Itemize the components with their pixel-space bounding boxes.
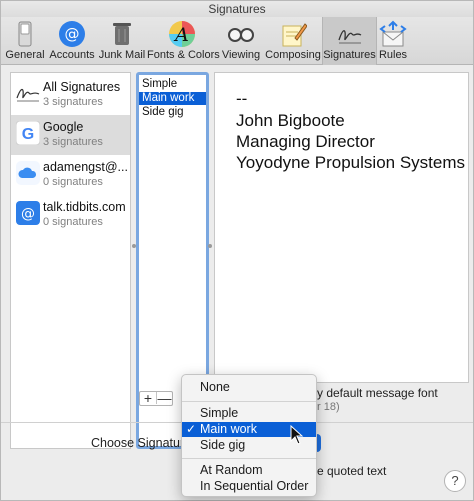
quoted-text-option-label: e quoted text: [317, 464, 387, 478]
tab-rules[interactable]: Rules: [378, 17, 408, 65]
preview-title: Managing Director: [236, 132, 375, 151]
preview-company: Yoyodyne Propulsion Systems: [236, 153, 466, 172]
tab-signatures-label: Signatures: [323, 49, 376, 61]
tab-viewing-label: Viewing: [221, 49, 261, 61]
account-count: 3 signatures: [43, 136, 103, 148]
tab-fonts-colors[interactable]: A Fonts & Colors: [147, 17, 220, 65]
signature-item[interactable]: Side gig: [139, 106, 206, 119]
tab-signatures[interactable]: Signatures: [322, 17, 377, 65]
menu-item-at-random[interactable]: At Random: [182, 463, 316, 478]
menu-separator: [182, 458, 316, 459]
account-count: 0 signatures: [43, 216, 103, 228]
account-count: 3 signatures: [43, 96, 103, 108]
signature-preview[interactable]: -- John Bigboote Managing Director Yoyod…: [214, 72, 469, 383]
accounts-list[interactable]: All Signatures 3 signatures G Google 3 s…: [10, 72, 131, 449]
font-option-label: y default message font: [317, 386, 438, 400]
glasses-icon: [228, 28, 254, 42]
at-sign-icon: @: [59, 21, 85, 47]
account-item-all-signatures[interactable]: All Signatures 3 signatures: [11, 75, 130, 115]
split-divider-handle[interactable]: [208, 244, 212, 248]
window-title: Signatures: [1, 1, 473, 17]
at-sign-icon: @: [16, 201, 40, 225]
tab-composing[interactable]: Composing: [265, 17, 321, 65]
font-option-sub: r 18): [317, 401, 340, 413]
signature-item-selected[interactable]: Main work: [139, 92, 206, 105]
account-name: All Signatures: [43, 80, 121, 94]
menu-item-sequential-order[interactable]: In Sequential Order: [182, 479, 316, 494]
tab-junk-mail-label: Junk Mail: [98, 49, 146, 61]
tab-rules-label: Rules: [378, 49, 408, 61]
svg-text:A: A: [173, 24, 189, 46]
tab-viewing[interactable]: Viewing: [218, 17, 264, 65]
account-name: adamengst@...: [43, 160, 128, 174]
menu-item-simple[interactable]: Simple: [182, 406, 316, 421]
tab-fonts-colors-label: Fonts & Colors: [147, 49, 220, 61]
tab-composing-label: Composing: [265, 49, 321, 61]
switch-icon: [18, 21, 32, 47]
account-name: Google: [43, 120, 84, 134]
account-item-tidbits[interactable]: @ talk.tidbits.com 0 signatures: [11, 195, 130, 235]
google-icon: G: [16, 121, 40, 145]
signature-item[interactable]: Simple: [139, 78, 206, 91]
signature-icon: [337, 30, 361, 44]
tab-general-label: General: [5, 49, 45, 61]
menu-separator: [182, 401, 316, 402]
choose-signature-label: Choose Signature: [91, 436, 192, 450]
trash-icon: [113, 23, 131, 45]
mouse-cursor-icon: [290, 425, 304, 445]
envelope-arrows-icon: [379, 20, 407, 47]
account-item-icloud[interactable]: adamengst@... 0 signatures: [11, 155, 130, 195]
pencil-note-icon: [282, 23, 307, 47]
preferences-window: Signatures General @ Accounts Junk Mail …: [0, 0, 474, 501]
checkmark-icon: ✓: [186, 422, 197, 436]
signature-icon: [16, 88, 40, 102]
font-palette-icon: A: [169, 21, 195, 47]
account-name: talk.tidbits.com: [43, 200, 126, 214]
remove-signature-button[interactable]: —: [156, 391, 172, 405]
help-button[interactable]: ?: [444, 470, 466, 492]
account-item-google[interactable]: G Google 3 signatures: [11, 115, 130, 155]
add-signature-button[interactable]: +: [140, 391, 156, 405]
tab-accounts[interactable]: @ Accounts: [47, 17, 97, 65]
svg-text:@: @: [21, 206, 35, 222]
svg-text:@: @: [65, 25, 80, 43]
tab-accounts-label: Accounts: [49, 49, 95, 61]
preview-dashes: --: [236, 89, 248, 108]
menu-item-none[interactable]: None: [182, 380, 316, 395]
svg-text:G: G: [22, 126, 34, 143]
icloud-icon: [16, 161, 40, 185]
add-remove-control: + —: [139, 391, 173, 406]
menu-item-label: Main work: [200, 422, 257, 436]
preview-name: John Bigboote: [236, 111, 345, 130]
tab-general[interactable]: General: [4, 17, 46, 65]
account-count: 0 signatures: [43, 176, 103, 188]
tab-junk-mail[interactable]: Junk Mail: [98, 17, 146, 65]
preferences-toolbar: General @ Accounts Junk Mail A Fonts & C…: [1, 17, 473, 65]
